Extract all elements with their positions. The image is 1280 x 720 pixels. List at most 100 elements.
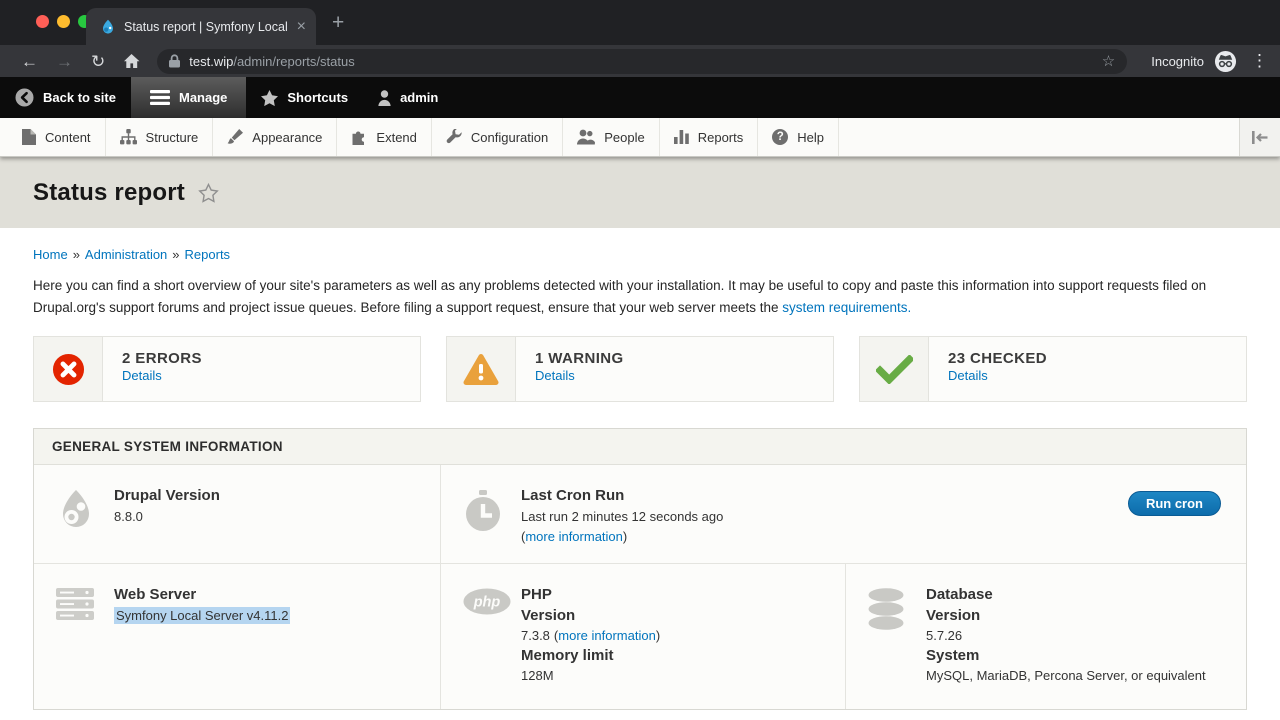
forward-button[interactable]: → <box>56 53 73 70</box>
window-controls <box>36 15 91 28</box>
menu-item-people[interactable]: People <box>563 118 659 156</box>
database-version-label: Version <box>926 606 1206 626</box>
configuration-icon <box>446 129 462 145</box>
new-tab-button[interactable]: + <box>332 11 344 35</box>
shortcut-star-icon[interactable] <box>198 183 219 203</box>
browser-menu-icon[interactable]: ⋮ <box>1251 51 1268 71</box>
menu-item-reports[interactable]: Reports <box>660 118 759 156</box>
web-server-title: Web Server <box>114 586 290 603</box>
errors-details-link[interactable]: Details <box>122 368 162 383</box>
php-version-line: 7.3.8(more information) <box>521 626 660 646</box>
php-cell: php PHP Version 7.3.8(more information) … <box>441 564 846 709</box>
back-to-site-button[interactable]: Back to site <box>0 77 131 118</box>
checked-icon-cell <box>860 337 929 401</box>
run-cron-button[interactable]: Run cron <box>1128 491 1221 516</box>
manage-tab[interactable]: Manage <box>131 77 246 118</box>
checked-details-link[interactable]: Details <box>948 368 988 383</box>
shortcuts-tab[interactable]: Shortcuts <box>246 77 363 118</box>
database-cell: Database Version 5.7.26 System MySQL, Ma… <box>846 564 1246 709</box>
php-title: PHP <box>521 586 660 603</box>
back-to-site-label: Back to site <box>43 90 116 105</box>
breadcrumb-reports[interactable]: Reports <box>185 247 231 262</box>
breadcrumb-administration[interactable]: Administration <box>85 247 167 262</box>
drupal-menu-bar: Content Structure Appearance <box>0 118 1280 157</box>
server-icon <box>56 586 114 709</box>
admin-user-menu[interactable]: admin <box>363 77 453 118</box>
error-icon <box>52 353 85 386</box>
back-button[interactable]: ← <box>21 53 38 70</box>
web-server-text: Web Server Symfony Local Server v4.11.2 <box>114 586 290 709</box>
home-icon <box>123 53 140 69</box>
reports-icon <box>674 130 689 144</box>
address-bar[interactable]: test.wip /admin/reports/status ☆ <box>157 49 1127 74</box>
page-header: Status report <box>0 157 1280 228</box>
menu-label: Structure <box>146 130 199 145</box>
php-memory-limit-value: 128M <box>521 666 660 686</box>
php-memory-limit-label: Memory limit <box>521 646 660 666</box>
window-close-button[interactable] <box>36 15 49 28</box>
menu-item-structure[interactable]: Structure <box>106 118 214 156</box>
errors-card: 2 ERRORS Details <box>33 336 421 402</box>
manage-label: Manage <box>179 90 227 105</box>
window-minimize-button[interactable] <box>57 15 70 28</box>
drupal-version-title: Drupal Version <box>114 487 220 504</box>
errors-icon-cell <box>34 337 103 401</box>
browser-tab[interactable]: Status report | Symfony Local Se × <box>86 8 316 45</box>
database-version-value: 5.7.26 <box>926 626 1206 646</box>
reload-button[interactable]: ↻ <box>91 53 105 70</box>
url-path: /admin/reports/status <box>233 54 1092 69</box>
menu-item-content[interactable]: Content <box>8 118 106 156</box>
panel-row-2: Web Server Symfony Local Server v4.11.2 … <box>34 564 1246 709</box>
clock-icon <box>463 487 521 563</box>
breadcrumb-separator: » <box>73 247 80 262</box>
checked-card: 23 CHECKED Details <box>859 336 1247 402</box>
web-server-value: Symfony Local Server v4.11.2 <box>114 607 290 624</box>
errors-card-text: 2 ERRORS Details <box>103 337 202 401</box>
menu-item-extend[interactable]: Extend <box>337 118 431 156</box>
paren: ) <box>656 628 660 643</box>
back-chevron-icon <box>15 88 34 107</box>
menu-item-help[interactable]: ? Help <box>758 118 839 156</box>
last-cron-run-text: Last Cron Run Last run 2 minutes 12 seco… <box>521 487 723 563</box>
database-title: Database <box>926 586 1206 603</box>
incognito-label: Incognito <box>1151 54 1204 69</box>
help-icon: ? <box>772 129 788 145</box>
errors-count: 2 ERRORS <box>122 350 202 367</box>
shortcuts-star-icon <box>261 90 278 106</box>
browser-toolbar: ← → ↻ test.wip /admin/reports/status ☆ I… <box>0 45 1280 77</box>
menu-item-appearance[interactable]: Appearance <box>213 118 337 156</box>
home-button[interactable] <box>123 53 140 69</box>
system-requirements-link[interactable]: system requirements. <box>782 300 911 315</box>
checkmark-icon <box>876 355 913 384</box>
incognito-icon <box>1214 50 1237 73</box>
menu-item-configuration[interactable]: Configuration <box>432 118 563 156</box>
panel-header: GENERAL SYSTEM INFORMATION <box>34 429 1246 465</box>
url-host: test.wip <box>189 54 233 69</box>
general-system-information-panel: GENERAL SYSTEM INFORMATION Drupal Versio… <box>33 428 1247 710</box>
menu-label: People <box>604 130 644 145</box>
cron-more-information-line: (more information) <box>521 527 723 547</box>
status-summary-cards: 2 ERRORS Details 1 WARNING Details <box>33 336 1247 402</box>
php-text: PHP Version 7.3.8(more information) Memo… <box>521 586 660 709</box>
php-more-information-link[interactable]: more information <box>558 628 656 643</box>
web-server-cell: Web Server Symfony Local Server v4.11.2 <box>34 564 441 709</box>
breadcrumb-home[interactable]: Home <box>33 247 68 262</box>
warning-icon <box>463 353 499 386</box>
collapse-left-icon <box>1252 131 1268 144</box>
last-cron-run-value: Last run 2 minutes 12 seconds ago <box>521 507 723 527</box>
main-content: Home»Administration»Reports Here you can… <box>0 228 1280 720</box>
last-cron-run-cell: Last Cron Run Last run 2 minutes 12 seco… <box>441 465 1246 563</box>
bookmark-star-icon[interactable]: ☆ <box>1102 52 1115 70</box>
content-icon <box>22 129 36 145</box>
cron-more-information-link[interactable]: more information <box>525 529 623 544</box>
people-icon <box>577 129 595 145</box>
tab-strip: Status report | Symfony Local Se × + <box>0 0 1280 45</box>
close-tab-icon[interactable]: × <box>297 19 306 35</box>
structure-icon <box>120 129 137 145</box>
paren: ) <box>623 529 627 544</box>
warnings-details-link[interactable]: Details <box>535 368 575 383</box>
intro-text: Here you can find a short overview of yo… <box>33 278 1206 315</box>
toolbar-orientation-toggle[interactable] <box>1239 118 1280 156</box>
tab-title: Status report | Symfony Local Se <box>124 20 289 34</box>
drupal-admin-toolbar: Back to site Manage Shortcuts admin <box>0 77 1280 118</box>
